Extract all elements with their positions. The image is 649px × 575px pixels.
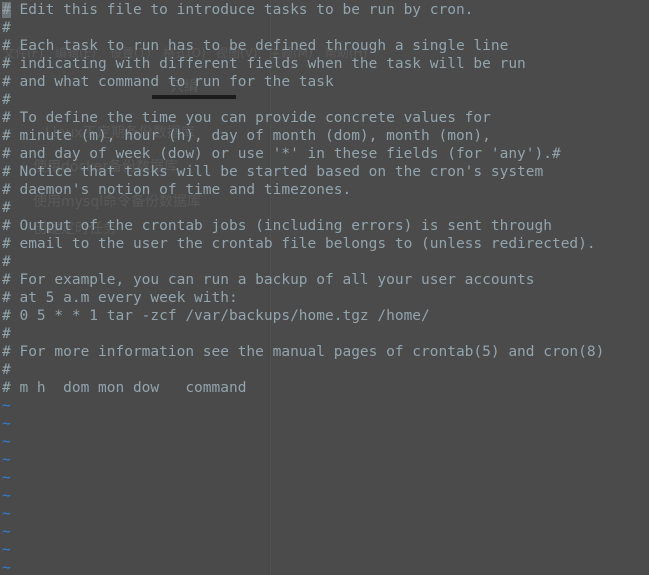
buffer-line: # Notice that tasks will be started base…: [2, 164, 544, 180]
empty-line-marker: ~: [2, 452, 11, 468]
empty-line-marker: ~: [2, 488, 11, 504]
buffer-line: #: [2, 200, 11, 216]
buffer-line: # Each task to run has to be defined thr…: [2, 38, 509, 54]
buffer-line: #: [2, 92, 11, 108]
buffer-line: #: [2, 254, 11, 270]
empty-line-marker: ~: [2, 542, 11, 558]
buffer-line: # Edit this file to introduce tasks to b…: [2, 2, 474, 18]
empty-line-marker: ~: [2, 506, 11, 522]
buffer-line: # 0 5 * * 1 tar -zcf /var/backups/home.t…: [2, 308, 430, 324]
empty-line-marker: ~: [2, 416, 11, 432]
buffer-line: # minute (m), hour (h), day of month (do…: [2, 128, 491, 144]
buffer-line: #: [2, 20, 11, 36]
terminal-screen[interactable]: 文件(F) 编辑(E) 设置(T) 格式(O) 视图(V) 主题(M) 帮助(H…: [0, 0, 649, 575]
buffer-line: # Output of the crontab jobs (including …: [2, 218, 552, 234]
buffer-line: # and what command to run for the task: [2, 74, 334, 90]
buffer-line: # email to the user the crontab file bel…: [2, 236, 596, 252]
empty-line-marker: ~: [2, 470, 11, 486]
buffer-line: # daemon's notion of time and timezones.: [2, 182, 352, 198]
empty-line-marker: ~: [2, 524, 11, 540]
buffer-line: # To define the time you can provide con…: [2, 110, 491, 126]
buffer-line: #: [2, 326, 11, 342]
buffer-line: # at 5 a.m every week with:: [2, 290, 238, 306]
buffer-line: # m h dom mon dow command: [2, 380, 247, 396]
empty-line-marker: ~: [2, 398, 11, 414]
editor-buffer[interactable]: # Edit this file to introduce tasks to b…: [0, 0, 649, 575]
buffer-line: # indicating with different fields when …: [2, 56, 526, 72]
buffer-line: # For example, you can run a backup of a…: [2, 272, 535, 288]
buffer-line: #: [2, 362, 11, 378]
buffer-line: # and day of week (dow) or use '*' in th…: [2, 146, 561, 162]
empty-line-marker: ~: [2, 434, 11, 450]
buffer-line: # For more information see the manual pa…: [2, 344, 605, 360]
empty-line-marker: ~: [2, 560, 11, 575]
cursor-block: [2, 2, 11, 18]
